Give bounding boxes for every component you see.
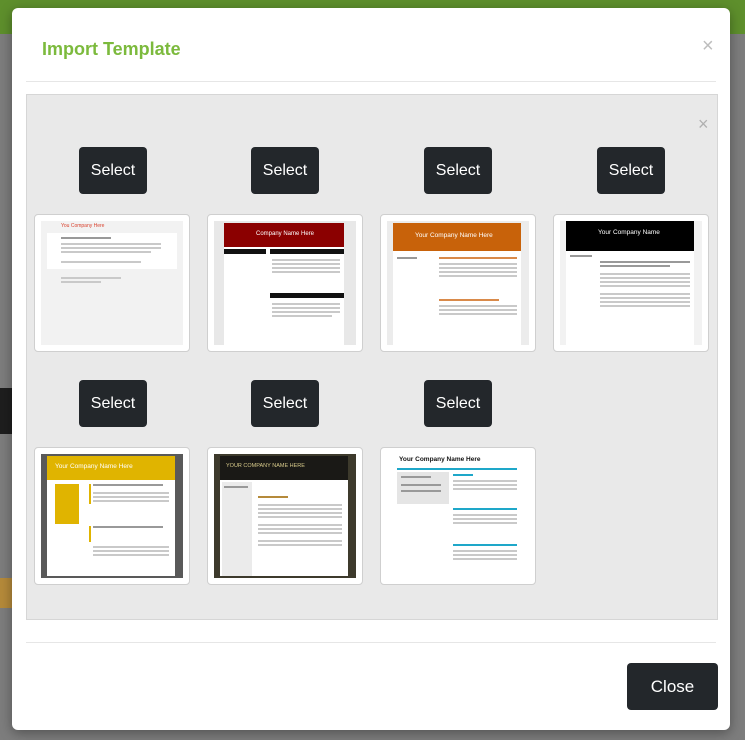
template-4-thumbnail[interactable]: Your Company Name <box>553 214 709 352</box>
template-5-thumbnail[interactable]: Your Company Name Here <box>34 447 190 585</box>
import-template-modal: Import Template × × Select You Company H… <box>12 8 730 730</box>
select-template-6-button[interactable]: Select <box>251 380 319 427</box>
background-element <box>0 578 12 608</box>
select-template-2-button[interactable]: Select <box>251 147 319 194</box>
modal-header: Import Template × <box>26 8 716 82</box>
thumb-company-name: YOUR COMPANY NAME HERE <box>226 463 305 469</box>
thumb-company-name: Your Company Name <box>598 229 660 236</box>
template-2-thumbnail[interactable]: Company Name Here <box>207 214 363 352</box>
panel-close-icon[interactable]: × <box>698 115 709 133</box>
template-6-thumbnail[interactable]: YOUR COMPANY NAME HERE <box>207 447 363 585</box>
template-3-thumbnail[interactable]: Your Company Name Here <box>380 214 536 352</box>
template-1-thumbnail[interactable]: You Company Here <box>34 214 190 352</box>
thumb-company-name: Your Company Name Here <box>55 463 133 470</box>
thumb-company-name: Your Company Name Here <box>415 232 493 239</box>
select-template-7-button[interactable]: Select <box>424 380 492 427</box>
thumb-company-name: You Company Here <box>61 223 105 229</box>
modal-title: Import Template <box>42 39 181 59</box>
thumb-company-name: Company Name Here <box>256 231 315 237</box>
modal-footer-divider <box>26 642 716 643</box>
background-element <box>0 388 12 434</box>
thumb-company-name: Your Company Name Here <box>399 456 481 463</box>
select-template-5-button[interactable]: Select <box>79 380 147 427</box>
close-button[interactable]: Close <box>627 663 718 710</box>
select-template-4-button[interactable]: Select <box>597 147 665 194</box>
template-7-thumbnail[interactable]: Your Company Name Here <box>380 447 536 585</box>
modal-close-icon[interactable]: × <box>702 36 714 56</box>
template-gallery: × Select You Company Here Select Company… <box>26 94 718 620</box>
select-template-1-button[interactable]: Select <box>79 147 147 194</box>
select-template-3-button[interactable]: Select <box>424 147 492 194</box>
